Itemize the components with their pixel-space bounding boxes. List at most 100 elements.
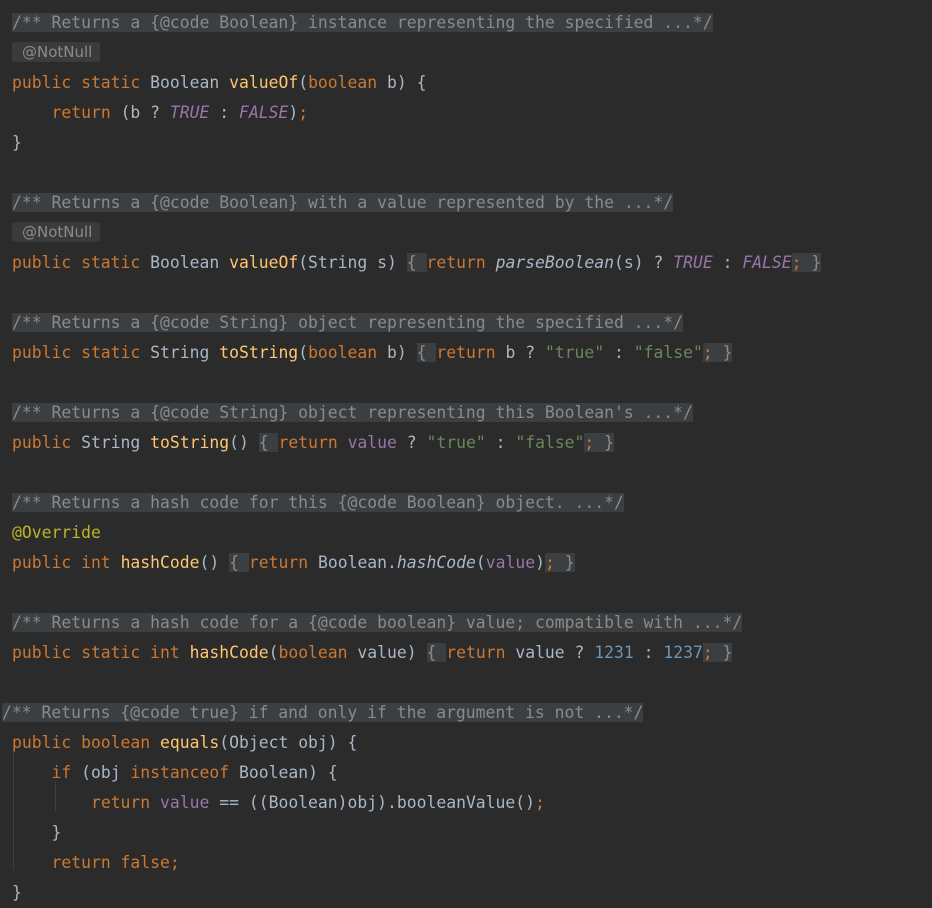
folded-region[interactable]: } [712,643,733,662]
folded-region[interactable]: { [426,643,447,662]
indent-guide [55,782,56,812]
code-line[interactable]: public static String toString(boolean b)… [12,338,733,368]
code-line[interactable]: public int hashCode() { return Boolean.h… [12,548,575,578]
code-token: parseBoolean [495,253,614,272]
folded-region[interactable]: ; [702,343,713,362]
code-token: String [81,433,151,452]
folded-region[interactable]: { [406,253,427,272]
code-token: ; [535,793,545,812]
code-token: : [485,433,516,452]
code-token: ( [268,643,279,662]
code-token: } [12,133,22,152]
folded-region[interactable]: { [258,433,279,452]
folded-region[interactable]: { [229,553,249,572]
code-line[interactable]: return false; [12,848,180,878]
folded-region[interactable]: /** Returns a {@code Boolean} instance r… [12,13,713,32]
code-token: if [51,763,82,782]
code-token: } [12,883,22,902]
folded-region[interactable]: /** Returns a hash code for a {@code boo… [12,613,743,632]
code-token: TRUE [673,253,713,272]
code-line[interactable]: /** Returns a hash code for a {@code boo… [12,608,743,638]
code-line[interactable]: public String toString() { return value … [12,428,615,458]
code-token: "false" [633,343,703,362]
folded-region[interactable]: /** Returns a {@code String} object repr… [12,403,693,422]
code-token: : [712,253,743,272]
folded-region[interactable]: ; [791,253,802,272]
code-token: b) { [387,73,427,92]
folded-region[interactable]: /** Returns a {@code Boolean} with a val… [12,193,674,212]
folded-region[interactable]: } [712,343,733,362]
code-token: boolean [308,73,388,92]
code-line[interactable]: public static Boolean valueOf(String s) … [12,248,822,278]
code-token: valueOf [229,73,299,92]
folded-region[interactable]: } [801,253,822,272]
folded-region[interactable]: /** Returns {@code true} if and only if … [2,703,644,722]
code-token: == ((Boolean)obj).booleanValue() [209,793,536,812]
code-token: boolean [278,643,358,662]
code-line[interactable]: public static Boolean valueOf(boolean b)… [12,68,427,98]
folded-region[interactable]: ; [702,643,713,662]
folded-region[interactable]: ; [544,553,555,572]
code-token: b) [387,343,407,362]
code-token: (b ? [120,103,170,122]
folded-region[interactable]: } [554,553,575,572]
code-line[interactable]: if (obj instanceof Boolean) { [12,758,338,788]
code-token: public [12,433,82,452]
code-line[interactable]: public boolean equals(Object obj) { [12,728,357,758]
code-line[interactable]: /** Returns a {@code String} object repr… [12,398,693,428]
code-token: equals [160,733,220,752]
code-line[interactable]: } [12,818,61,848]
code-token: : [209,103,239,122]
code-line[interactable]: /** Returns a {@code Boolean} with a val… [12,188,674,218]
folded-region[interactable]: /** Returns a {@code String} object repr… [12,313,684,332]
code-line[interactable]: /** Returns a {@code Boolean} instance r… [12,8,713,38]
code-editor[interactable]: /** Returns a {@code Boolean} instance r… [0,0,932,906]
code-token: return [446,643,516,662]
code-line[interactable]: } [12,878,22,908]
code-token: ) [288,103,299,122]
folded-region[interactable]: { [416,343,437,362]
code-line[interactable]: /** Returns a {@code String} object repr… [12,308,684,338]
code-token: (s) ? [614,253,674,272]
code-line[interactable]: } [12,128,22,158]
annotation-inlay-hint: @NotNull [12,42,101,62]
code-line[interactable]: public static int hashCode(boolean value… [12,638,733,668]
code-line[interactable]: @Override [12,518,101,548]
code-token: TRUE [169,103,210,122]
code-token: value [160,793,210,812]
code-token: return [436,343,506,362]
code-token: value ? [515,643,595,662]
code-token: public boolean [12,733,161,752]
folded-region[interactable]: } [594,433,615,452]
code-token: value [485,553,536,572]
code-token: Boolean) { [239,763,338,782]
code-token: return [278,433,348,452]
code-line[interactable]: /** Returns {@code true} if and only if … [2,698,644,728]
folded-region[interactable]: ; [584,433,595,452]
code-token: value) [357,643,417,662]
code-line[interactable]: return (b ? TRUE : FALSE); [12,98,308,128]
code-token: @Override [12,523,101,542]
code-token: return [51,103,121,122]
code-token: toString [219,343,299,362]
code-token: ; [169,853,180,872]
code-token: "true" [544,343,605,362]
code-token: (Object obj) { [219,733,358,752]
code-token: : [604,343,634,362]
code-line[interactable]: /** Returns a hash code for this {@code … [12,488,624,518]
code-token: return [426,253,496,272]
code-token: 1237 [663,643,703,662]
folded-region[interactable]: /** Returns a hash code for this {@code … [12,493,624,512]
code-line[interactable]: return value == ((Boolean)obj).booleanVa… [12,788,545,818]
code-token: : [633,643,664,662]
code-token: ) [535,553,545,572]
code-token: return [90,793,161,812]
code-token: public static [12,73,151,92]
code-token: boolean [308,343,388,362]
